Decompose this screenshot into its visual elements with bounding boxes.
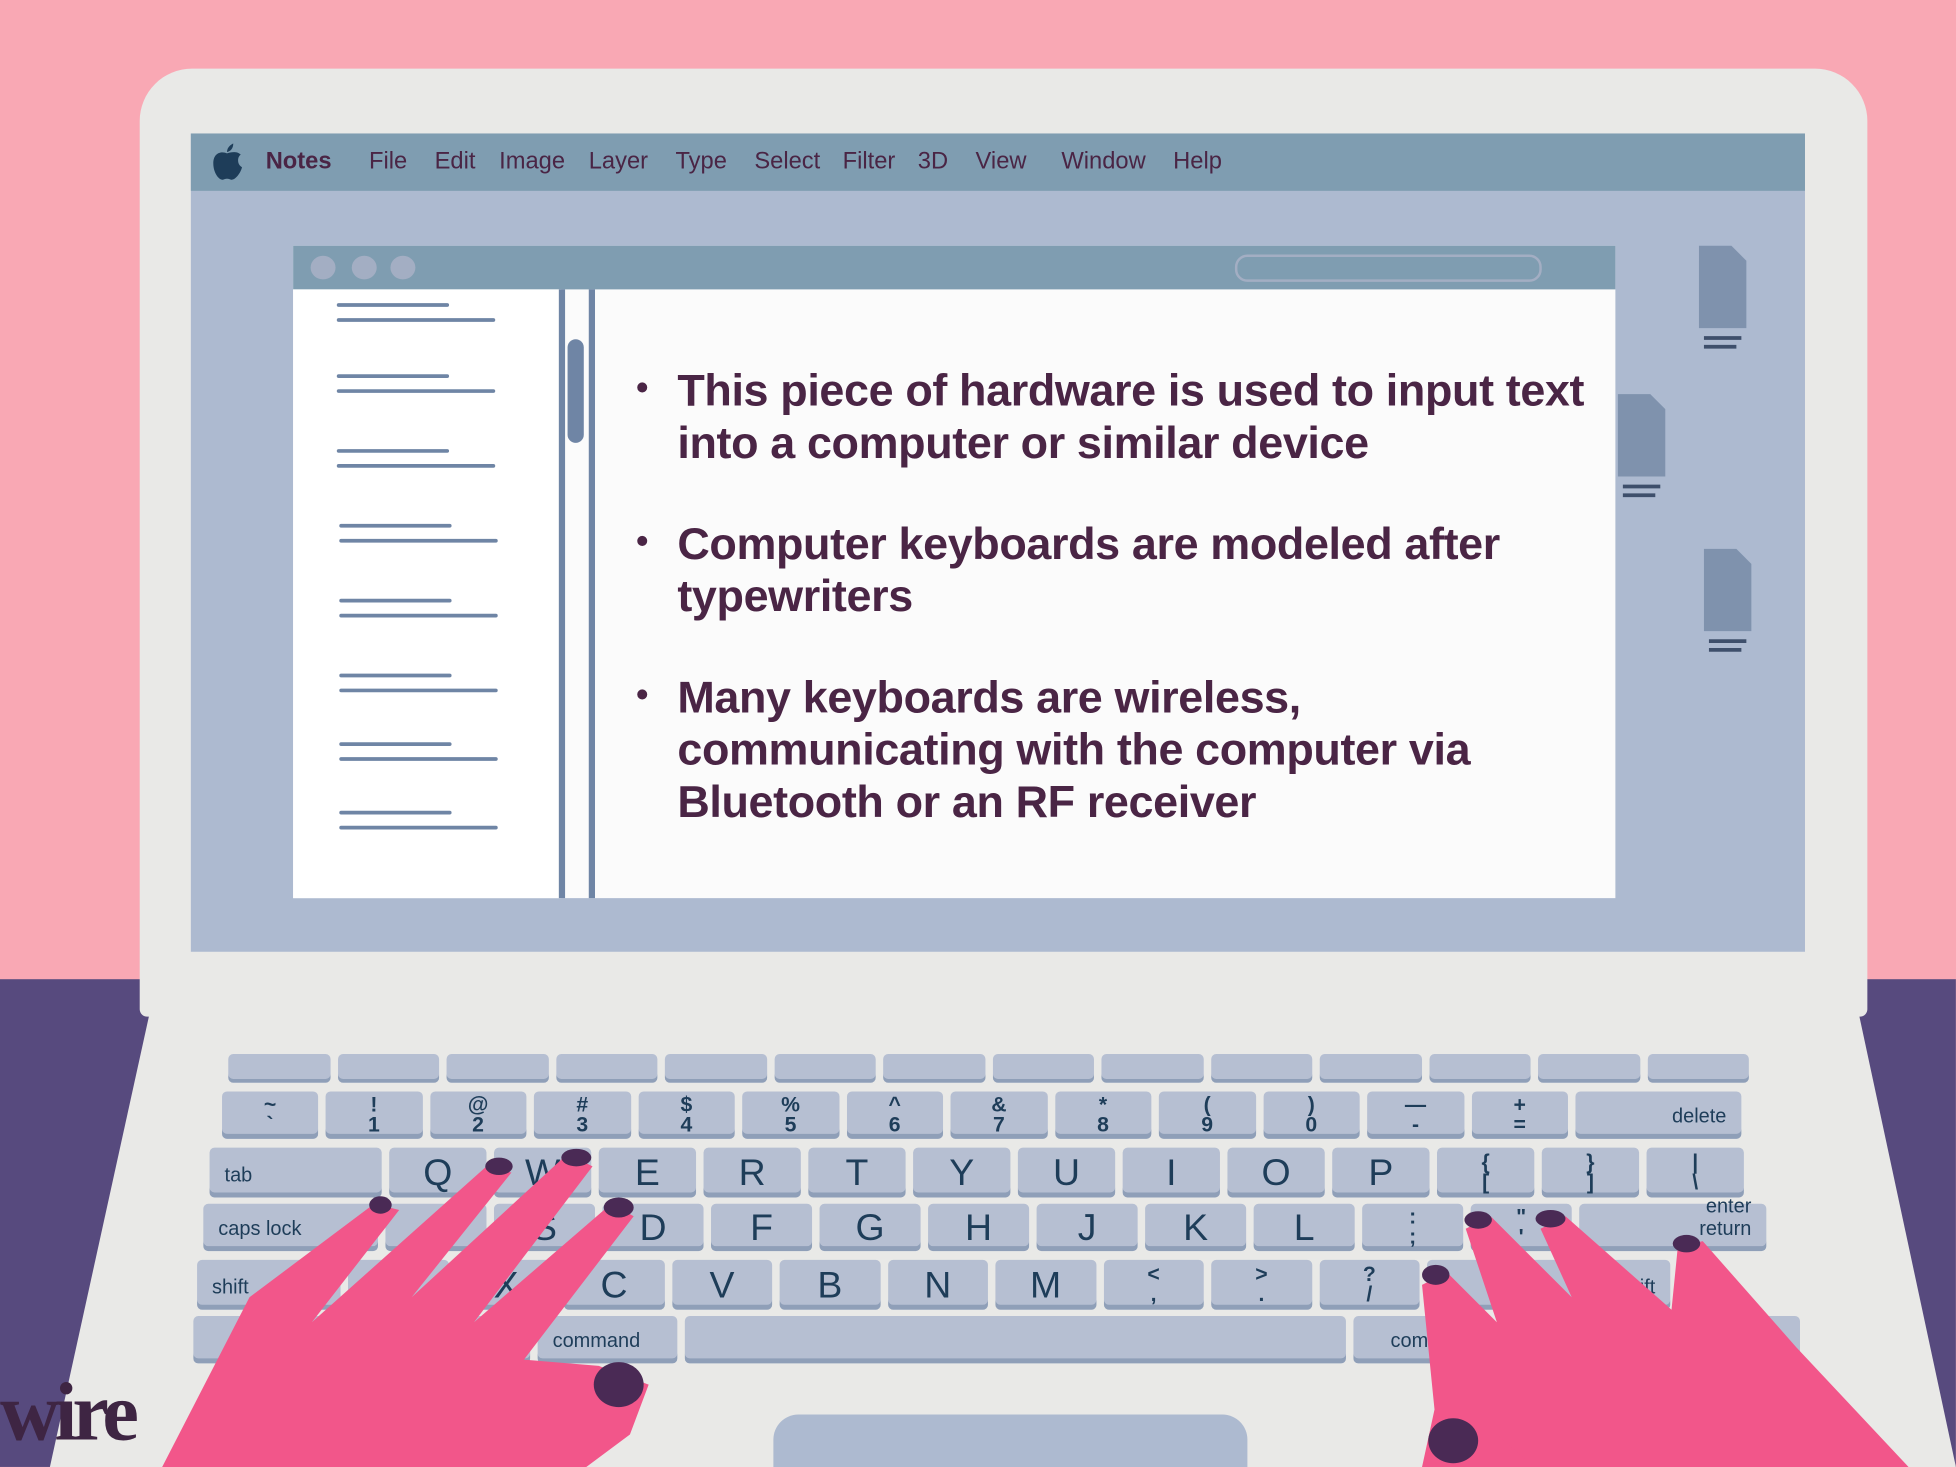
hands-illustration	[162, 1148, 1909, 1467]
logo: wire	[0, 1367, 139, 1459]
illustration: Notes File Edit Image Layer Type Select Filter 3…	[0, 0, 1956, 1467]
